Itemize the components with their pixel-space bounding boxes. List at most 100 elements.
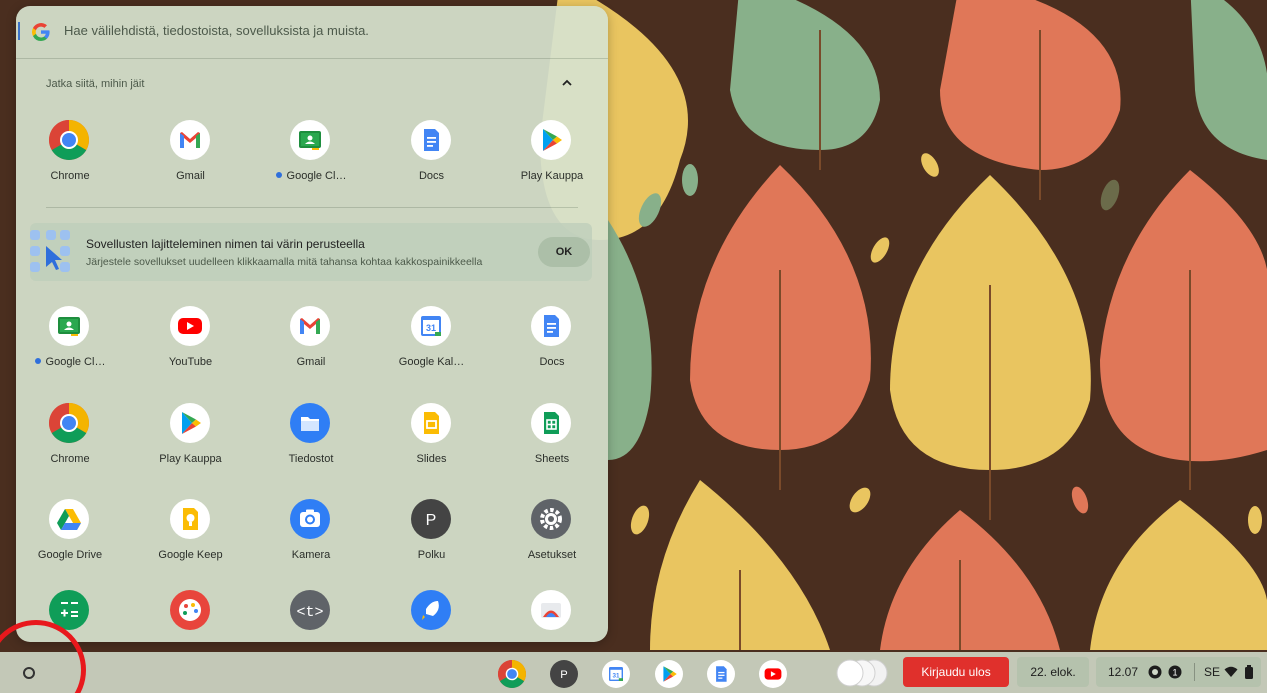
app-tile[interactable]: Play Kauppa: [497, 120, 607, 200]
app-tile[interactable]: Gmail: [256, 306, 366, 386]
status-separator: [1194, 663, 1195, 681]
app-label: Chrome: [16, 453, 125, 465]
google-classroom-icon: [290, 120, 330, 160]
youtube-icon: [169, 306, 210, 346]
nudge-title: Sovellusten lajitteleminen nimen tai vär…: [86, 237, 365, 251]
battery-icon: [1245, 665, 1253, 679]
app-tile[interactable]: Play Kauppa: [136, 403, 246, 483]
play-store-icon: [531, 120, 571, 160]
app-label: Google Kal…: [377, 356, 487, 368]
app-tile[interactable]: Kamera: [256, 499, 366, 579]
app-tile[interactable]: Chrome: [16, 403, 125, 483]
play-store-icon: [169, 403, 210, 443]
shelf: P 31 Kirjaudu ulos 22. elok. 12.07 1 SE: [0, 652, 1267, 693]
shelf-play-store-icon[interactable]: [655, 660, 683, 688]
app-tile[interactable]: YouTube: [136, 306, 246, 386]
app-tile[interactable]: P Polku: [377, 499, 487, 579]
continue-section-title: Jatka siitä, mihin jäit: [46, 78, 145, 90]
app-label-text: Google Kal…: [398, 356, 465, 368]
app-label: Docs: [377, 170, 487, 182]
svg-text:<t>: <t>: [296, 604, 323, 621]
settings-icon: [531, 499, 571, 539]
notification-count: 1: [1172, 668, 1177, 678]
svg-text:P: P: [560, 669, 567, 681]
app-tile[interactable]: <t>: [256, 590, 366, 642]
nudge-ok-button[interactable]: OK: [538, 237, 590, 267]
app-label: Slides: [377, 453, 487, 465]
shelf-docs-icon[interactable]: [707, 660, 735, 688]
app-label-text: Docs: [539, 356, 565, 368]
svg-text:P: P: [425, 512, 436, 529]
status-tray[interactable]: 12.07 1 SE: [1096, 657, 1261, 687]
keyboard-layout: SE: [1204, 665, 1221, 679]
app-tile[interactable]: Chrome: [16, 120, 125, 200]
google-calendar-icon: 31: [410, 306, 451, 346]
app-label-text: Gmail: [176, 170, 205, 182]
app-tile[interactable]: Gmail: [136, 120, 246, 200]
app-tile[interactable]: [16, 590, 125, 642]
sign-out-button[interactable]: Kirjaudu ulos: [903, 657, 1009, 687]
shelf-chrome-icon[interactable]: [498, 660, 526, 688]
date-tray[interactable]: 22. elok.: [1017, 657, 1089, 687]
app-tile[interactable]: Asetukset: [497, 499, 607, 579]
app-tile[interactable]: Google Drive: [16, 499, 125, 579]
search-input[interactable]: Hae välilehdistä, tiedostoista, sovelluk…: [64, 23, 369, 38]
app-tile[interactable]: Docs: [497, 306, 607, 386]
app-label-text: Asetukset: [527, 549, 577, 561]
notification-count-icon: 1: [1168, 665, 1182, 679]
search-bar[interactable]: Hae välilehdistä, tiedostoista, sovelluk…: [16, 6, 608, 58]
app-label-text: Google Cl…: [286, 170, 347, 182]
app-label-text: Polku: [417, 549, 446, 561]
slides-icon: [410, 403, 451, 443]
collapse-continue-button[interactable]: [556, 74, 578, 96]
app-label-text: Tiedostot: [288, 453, 334, 465]
sheets-icon: [531, 403, 571, 443]
chrome-icon: [49, 403, 89, 443]
app-tile[interactable]: Google Cl…: [256, 120, 366, 200]
app-label-text: Chrome: [50, 453, 90, 465]
google-drive-icon: [49, 499, 89, 539]
sort-illustration-icon: [30, 230, 70, 272]
canvas-icon: [169, 590, 210, 630]
app-label: Play Kauppa: [136, 453, 246, 465]
app-label-text: Google Drive: [37, 549, 103, 561]
launcher-circle-icon: [23, 667, 35, 679]
app-label: Play Kauppa: [497, 170, 607, 182]
app-tile[interactable]: Slides: [377, 403, 487, 483]
gmail-icon: [290, 306, 330, 346]
app-label-text: Play Kauppa: [520, 170, 584, 182]
app-label: Chrome: [16, 170, 125, 182]
app-tile[interactable]: Google Keep: [136, 499, 246, 579]
continue-divider: [46, 207, 578, 208]
app-tile[interactable]: 31 Google Kal…: [377, 306, 487, 386]
app-label-text: Slides: [416, 453, 447, 465]
app-label: Sheets: [497, 453, 607, 465]
app-tile[interactable]: [377, 590, 487, 642]
shelf-youtube-icon[interactable]: [759, 660, 787, 688]
app-tile[interactable]: [136, 590, 246, 642]
sort-apps-nudge: Sovellusten lajitteleminen nimen tai vär…: [30, 223, 592, 281]
app-label-text: Chrome: [50, 170, 90, 182]
screen-capture-icon: [531, 590, 571, 630]
app-tile[interactable]: [497, 590, 607, 642]
google-keep-icon: [169, 499, 210, 539]
holding-space-icon[interactable]: [830, 658, 894, 688]
google-classroom-icon: [49, 306, 89, 346]
app-label-text: Docs: [418, 170, 445, 182]
app-tile[interactable]: Sheets: [497, 403, 607, 483]
app-label: Gmail: [136, 170, 246, 182]
app-tile[interactable]: Tiedostot: [256, 403, 366, 483]
shelf-polku-icon[interactable]: P: [550, 660, 578, 688]
camera-icon: [290, 499, 330, 539]
shelf-google-calendar-icon[interactable]: 31: [602, 660, 630, 688]
app-tile[interactable]: Google Cl…: [16, 306, 125, 386]
app-launcher: Hae välilehdistä, tiedostoista, sovelluk…: [16, 6, 608, 642]
launcher-button[interactable]: [18, 662, 40, 684]
app-tile[interactable]: Docs: [377, 120, 487, 200]
app-label: Google Cl…: [16, 356, 125, 368]
chevron-up-icon: [562, 79, 572, 86]
app-label: Google Keep: [136, 549, 246, 561]
polku-icon: P: [410, 499, 451, 539]
clock: 12.07: [1108, 665, 1139, 679]
app-label: Asetukset: [497, 549, 607, 561]
